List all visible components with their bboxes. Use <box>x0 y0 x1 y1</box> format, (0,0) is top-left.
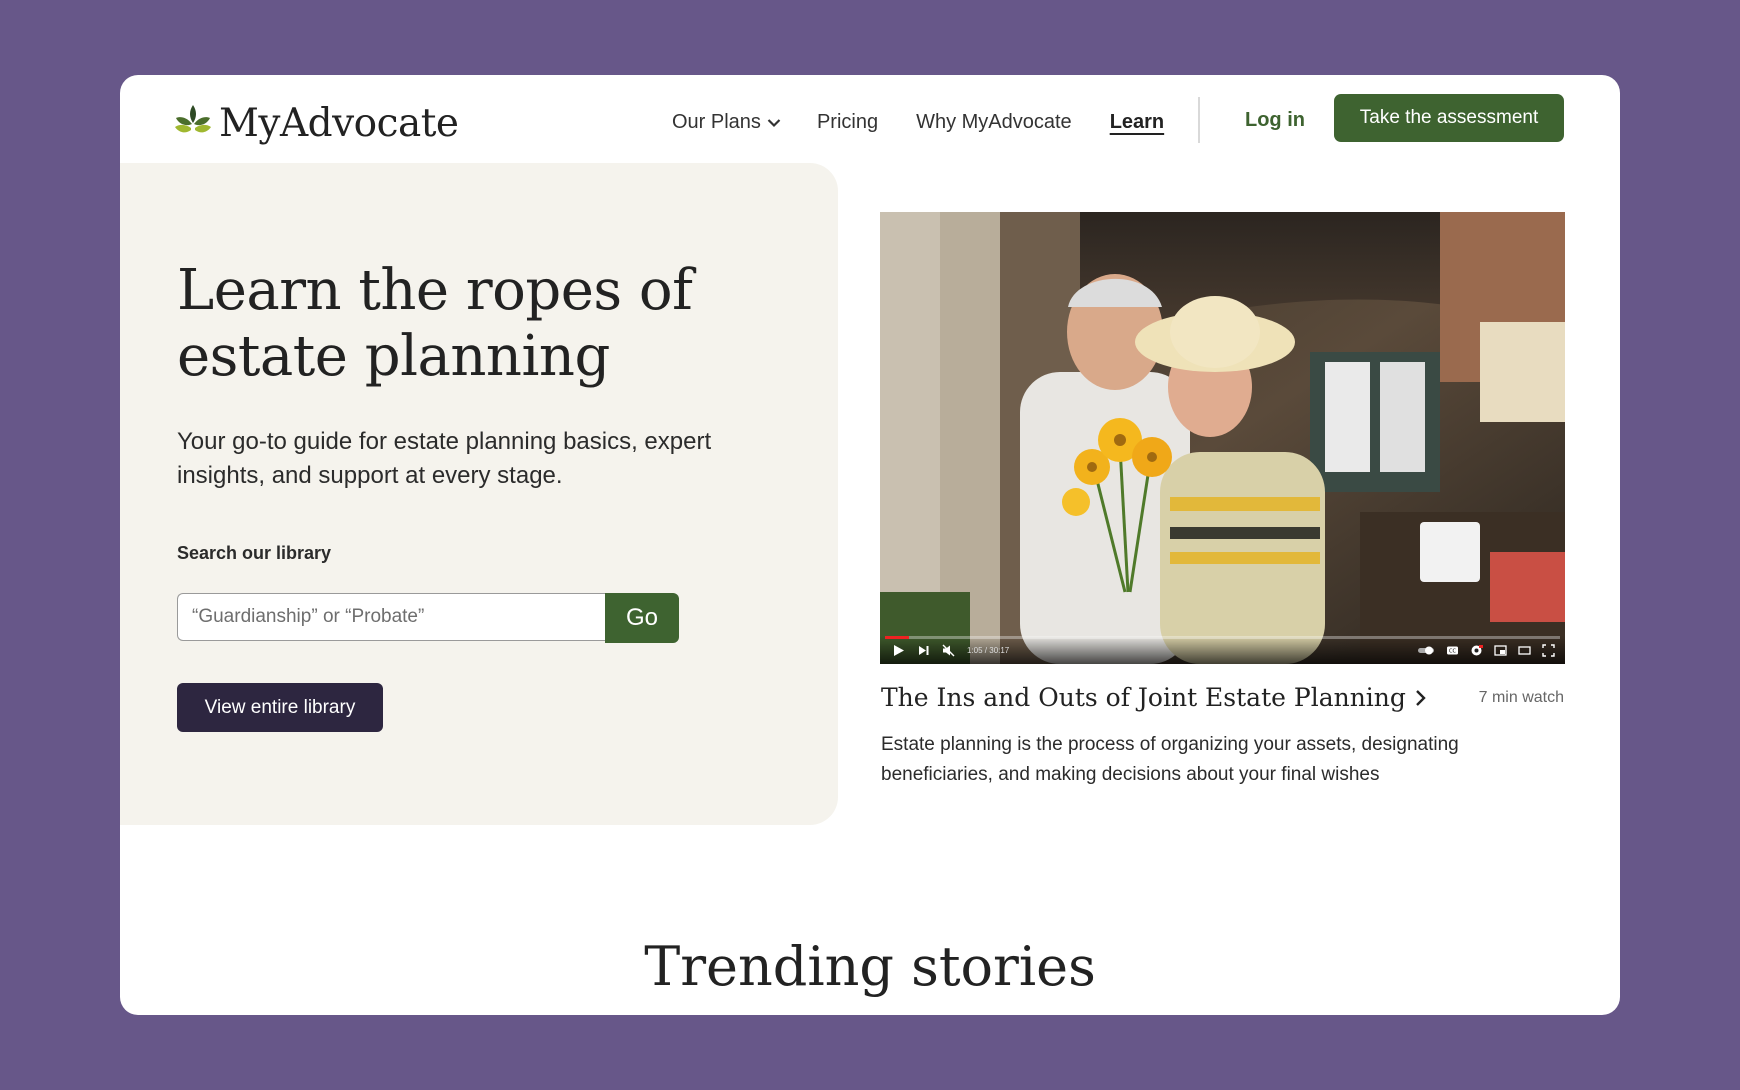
trending-stories-heading: Trending stories <box>644 935 1096 998</box>
captions-icon[interactable]: CC <box>1446 644 1459 657</box>
watch-duration: 7 min watch <box>1478 689 1564 706</box>
take-assessment-button[interactable]: Take the assessment <box>1334 94 1564 142</box>
couple-with-flowers-image <box>880 212 1565 664</box>
svg-text:CC: CC <box>1449 649 1456 655</box>
nav-our-plans[interactable]: Our Plans <box>672 111 781 134</box>
video-title: The Ins and Outs of Joint Estate Plannin… <box>881 683 1406 712</box>
video-title-link[interactable]: The Ins and Outs of Joint Estate Plannin… <box>881 683 1426 712</box>
video-progress-bar[interactable] <box>885 636 1560 639</box>
page-card: MyAdvocate Our Plans Pricing Why MyAdvoc… <box>120 75 1620 1015</box>
next-icon[interactable] <box>917 644 930 657</box>
brand-name: MyAdvocate <box>219 100 459 146</box>
mute-icon[interactable] <box>942 644 955 657</box>
video-description: Estate planning is the process of organi… <box>881 734 1459 785</box>
chevron-right-icon <box>1416 689 1426 706</box>
settings-gear-icon[interactable] <box>1470 644 1483 657</box>
theater-mode-icon[interactable] <box>1518 644 1531 657</box>
search-input[interactable] <box>177 593 605 641</box>
nav-learn[interactable]: Learn <box>1110 111 1164 134</box>
hero-title: Learn the ropes of estate planning <box>177 258 693 389</box>
brand-logo[interactable]: MyAdvocate <box>175 97 459 149</box>
search-label: Search our library <box>177 543 332 563</box>
nav-why-myadvocate[interactable]: Why MyAdvocate <box>916 111 1072 134</box>
view-library-button[interactable]: View entire library <box>177 683 383 732</box>
nav-pricing[interactable]: Pricing <box>817 111 878 134</box>
video-time: 1:05 / 30:17 <box>967 646 1010 655</box>
library-search: Go <box>177 593 679 643</box>
video-controls-right: CC <box>1417 644 1555 657</box>
video-progress-fill <box>885 636 909 639</box>
fullscreen-icon[interactable] <box>1542 644 1555 657</box>
video-controls: 1:05 / 30:17 CC <box>880 636 1565 664</box>
nav-our-plans-label: Our Plans <box>672 111 761 133</box>
nav-divider <box>1198 97 1200 143</box>
login-link[interactable]: Log in <box>1245 109 1305 132</box>
play-icon[interactable] <box>892 644 905 657</box>
go-button[interactable]: Go <box>605 593 679 643</box>
leaf-logo-icon <box>175 105 211 133</box>
hero-subtitle: Your go-to guide for estate planning bas… <box>177 428 712 489</box>
main-nav: Our Plans Pricing Why MyAdvocate Learn <box>672 111 1164 134</box>
hero-panel: Learn the ropes of estate planning Your … <box>120 163 838 825</box>
video-player[interactable]: 1:05 / 30:17 CC <box>880 212 1565 664</box>
miniplayer-icon[interactable] <box>1494 644 1507 657</box>
autoplay-toggle-icon[interactable] <box>1417 644 1435 657</box>
chevron-down-icon <box>767 118 781 128</box>
video-controls-left: 1:05 / 30:17 <box>892 644 1009 657</box>
